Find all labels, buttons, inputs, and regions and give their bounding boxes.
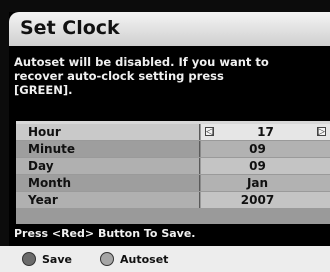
save-hint: Press <Red> Button To Save. xyxy=(14,227,196,240)
setting-value[interactable]: 09 xyxy=(201,141,330,157)
setting-label: Day xyxy=(16,158,200,174)
setting-row-year[interactable]: Year 2007 xyxy=(16,192,330,208)
message-line: Autoset will be disabled. If you want to xyxy=(14,55,269,69)
message-line: recover auto-clock setting press xyxy=(14,69,224,83)
increase-arrow-icon[interactable]: ▷ xyxy=(317,127,326,137)
setting-value[interactable]: 09 xyxy=(201,158,330,174)
setting-value[interactable]: Jan xyxy=(201,175,330,191)
title-bar: Set Clock xyxy=(9,12,330,46)
autoset-label: Autoset xyxy=(120,252,169,266)
setting-value[interactable]: 2007 xyxy=(201,192,330,208)
setting-label: Year xyxy=(16,192,200,208)
autoset-warning: Autoset will be disabled. If you want to… xyxy=(14,55,314,97)
setting-label: Hour xyxy=(16,124,200,140)
setting-label: Month xyxy=(16,175,200,191)
setting-row-minute[interactable]: Minute 09 xyxy=(16,141,330,157)
hour-value-field[interactable]: ◁ 17 ▷ xyxy=(201,124,330,140)
dialog-title: Set Clock xyxy=(20,17,120,39)
save-label: Save xyxy=(42,252,72,266)
clock-settings-table: Hour ◁ 17 ▷ Minute 09 Day 09 Month Jan Y… xyxy=(16,121,330,224)
red-button-icon xyxy=(22,252,36,266)
decrease-arrow-icon[interactable]: ◁ xyxy=(205,127,214,137)
autoset-button[interactable]: Autoset xyxy=(100,251,168,267)
message-line: [GREEN]. xyxy=(14,83,73,97)
setting-label: Minute xyxy=(16,141,200,157)
setting-value: 17 xyxy=(257,125,274,139)
setting-row-hour[interactable]: Hour ◁ 17 ▷ xyxy=(16,124,330,140)
button-legend: Save Autoset xyxy=(0,246,330,272)
setting-row-day[interactable]: Day 09 xyxy=(16,158,330,174)
green-button-icon xyxy=(100,252,114,266)
setting-row-month[interactable]: Month Jan xyxy=(16,175,330,191)
save-button[interactable]: Save xyxy=(22,251,72,267)
